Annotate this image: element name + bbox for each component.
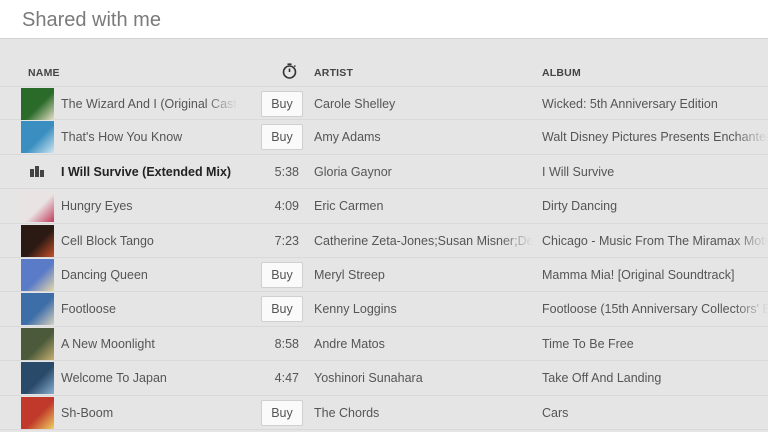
track-title[interactable]: Welcome To Japan: [61, 361, 238, 395]
track-row[interactable]: Footloose Buy Kenny Loggins Footloose (15th…: [0, 292, 768, 327]
track-album[interactable]: Chicago - Music From The Miramax Motion …: [542, 224, 768, 258]
track-row[interactable]: Dancing Queen Buy Meryl Streep Mamma Mia! […: [0, 258, 768, 293]
header-bar: Shared with me: [0, 0, 768, 39]
track-artist[interactable]: Kenny Loggins: [314, 292, 533, 326]
track-list: The Wizard And I (Original Cast Recordin…: [0, 86, 768, 430]
track-artist[interactable]: Eric Carmen: [314, 189, 533, 223]
track-album[interactable]: Dirty Dancing: [542, 189, 768, 223]
track-artist[interactable]: Meryl Streep: [314, 258, 533, 292]
track-artist[interactable]: Andre Matos: [314, 327, 533, 361]
album-art[interactable]: [21, 293, 54, 326]
track-title[interactable]: I Will Survive (Extended Mix): [61, 155, 238, 189]
track-title[interactable]: A New Moonlight: [61, 327, 238, 361]
album-art[interactable]: [21, 327, 54, 360]
track-title[interactable]: Cell Block Tango: [61, 224, 238, 258]
stopwatch-icon[interactable]: [282, 63, 297, 79]
track-artist[interactable]: Carole Shelley: [314, 87, 533, 121]
album-art[interactable]: [21, 362, 54, 395]
track-artist[interactable]: Yoshinori Sunahara: [314, 361, 533, 395]
track-album[interactable]: Mamma Mia! [Original Soundtrack]: [542, 258, 768, 292]
column-header-name[interactable]: NAME: [28, 67, 60, 79]
track-row[interactable]: Hungry Eyes 4:09 Eric Carmen Dirty Dancing: [0, 189, 768, 224]
track-table: NAME ARTIST ALBUM The Wizard And I (Orig…: [0, 40, 768, 432]
buy-button[interactable]: Buy: [261, 261, 303, 288]
buy-button[interactable]: Buy: [261, 296, 303, 323]
buy-button[interactable]: Buy: [261, 399, 303, 426]
track-album[interactable]: Take Off And Landing: [542, 361, 768, 395]
buy-button[interactable]: Buy: [261, 124, 303, 151]
table-header: NAME ARTIST ALBUM: [0, 40, 768, 85]
album-art[interactable]: [21, 224, 54, 257]
track-duration: 5:38: [274, 164, 299, 179]
track-artist[interactable]: Gloria Gaynor: [314, 155, 533, 189]
track-row[interactable]: Sh-Boom Buy The Chords Cars: [0, 396, 768, 430]
track-duration: 4:09: [274, 199, 299, 214]
track-title[interactable]: The Wizard And I (Original Cast Recordin…: [61, 87, 238, 121]
track-duration: 7:23: [274, 233, 299, 248]
album-art[interactable]: [21, 258, 54, 291]
track-artist[interactable]: The Chords: [314, 396, 533, 430]
track-row[interactable]: I Will Survive (Extended Mix) 5:38 Gloria …: [0, 155, 768, 190]
album-art[interactable]: [21, 396, 54, 429]
track-title[interactable]: That's How You Know: [61, 120, 238, 154]
track-artist[interactable]: Amy Adams: [314, 120, 533, 154]
album-art[interactable]: [21, 190, 54, 223]
track-album[interactable]: Wicked: 5th Anniversary Edition: [542, 87, 768, 121]
album-art[interactable]: [21, 121, 54, 154]
page-title: Shared with me: [22, 9, 161, 31]
track-title[interactable]: Sh-Boom: [61, 396, 238, 430]
album-art[interactable]: [21, 88, 54, 120]
track-row[interactable]: A New Moonlight 8:58 Andre Matos Time To Be…: [0, 327, 768, 362]
column-header-artist[interactable]: ARTIST: [314, 67, 353, 79]
track-album[interactable]: I Will Survive: [542, 155, 768, 189]
track-album[interactable]: Cars: [542, 396, 768, 430]
track-title[interactable]: Footloose: [61, 292, 238, 326]
track-title[interactable]: Hungry Eyes: [61, 189, 238, 223]
track-row[interactable]: Cell Block Tango 7:23 Catherine Zeta-Jones…: [0, 224, 768, 258]
now-playing-equalizer-icon[interactable]: [30, 165, 45, 177]
track-row[interactable]: Welcome To Japan 4:47 Yoshinori Sunahara Ta…: [0, 361, 768, 396]
track-artist[interactable]: Catherine Zeta-Jones;Susan Misner;Deidre…: [314, 224, 533, 258]
column-header-album[interactable]: ALBUM: [542, 67, 581, 79]
track-duration: 8:58: [274, 336, 299, 351]
track-title[interactable]: Dancing Queen: [61, 258, 238, 292]
track-duration: 4:47: [274, 371, 299, 386]
buy-button[interactable]: Buy: [261, 91, 303, 117]
track-album[interactable]: Time To Be Free: [542, 327, 768, 361]
track-row[interactable]: That's How You Know Buy Amy Adams Walt Disn…: [0, 120, 768, 155]
track-album[interactable]: Walt Disney Pictures Presents Enchanted: [542, 120, 768, 154]
track-row[interactable]: The Wizard And I (Original Cast Recordin…: [0, 86, 768, 121]
track-album[interactable]: Footloose (15th Anniversary Collectors' …: [542, 292, 768, 326]
